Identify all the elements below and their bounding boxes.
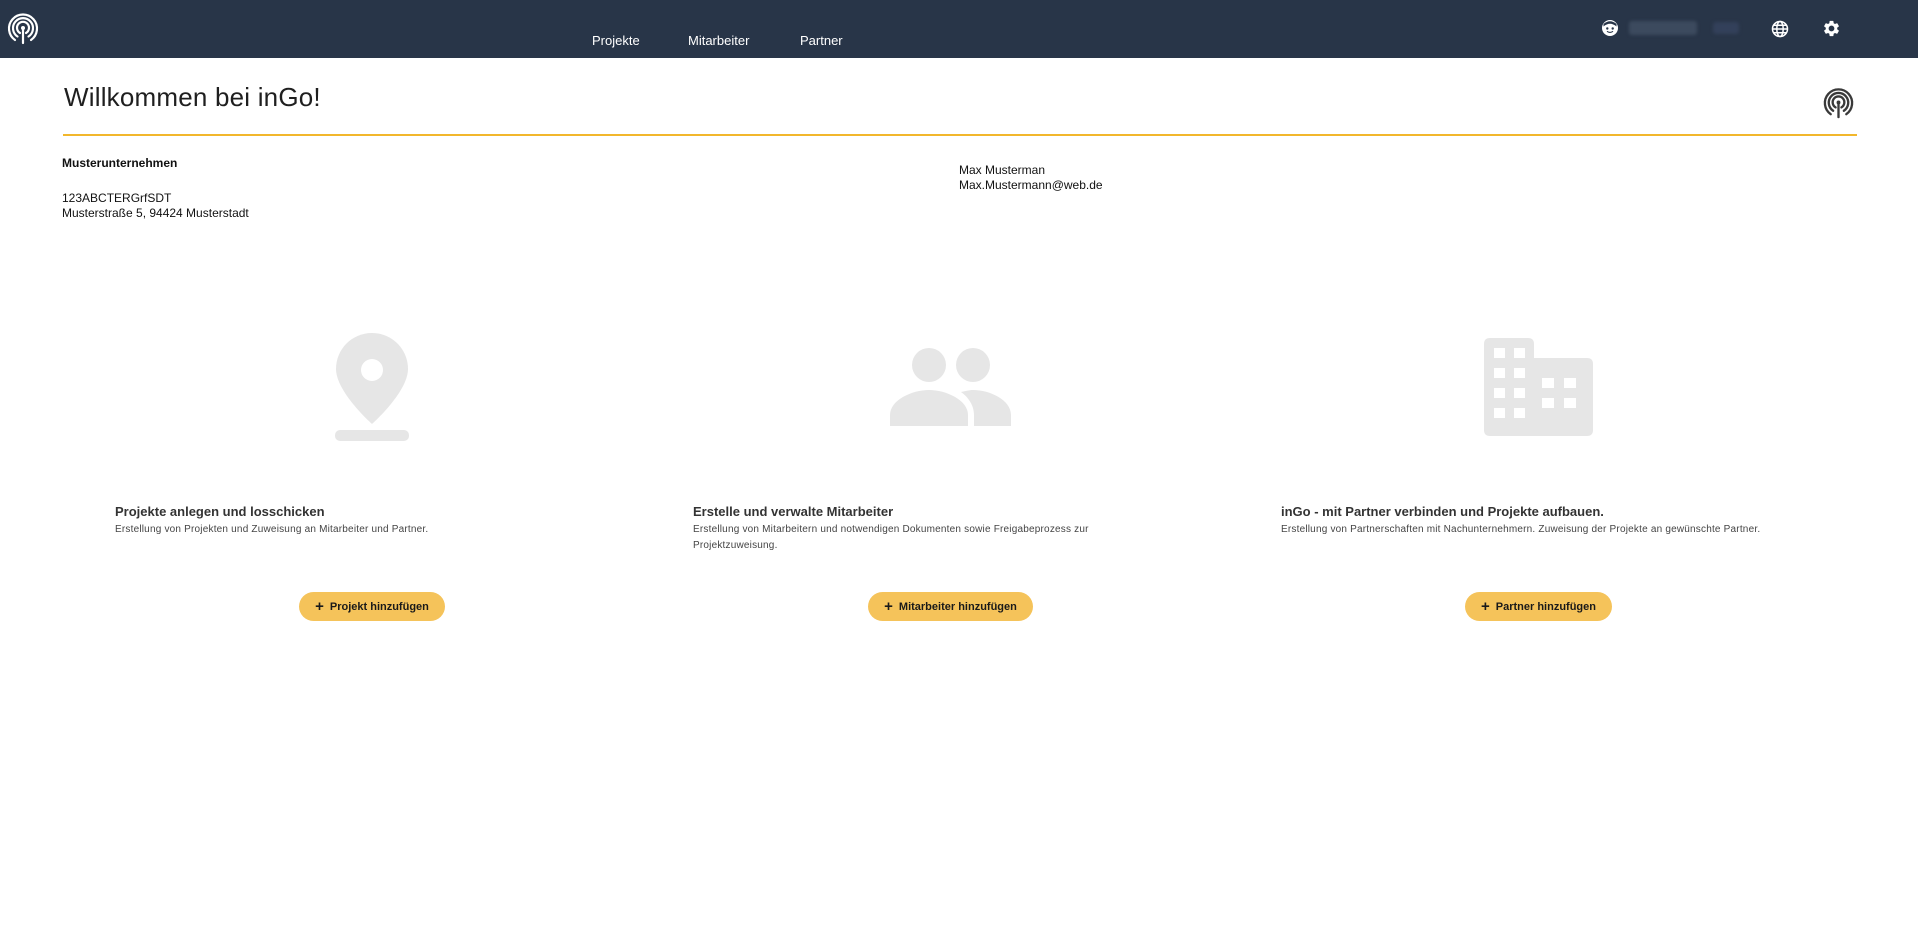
add-employee-button[interactable]: + Mitarbeiter hinzufügen — [868, 592, 1033, 621]
people-icon — [890, 348, 1011, 426]
globe-icon[interactable] — [1771, 20, 1789, 38]
redacted-username — [1629, 21, 1697, 35]
header-divider — [63, 134, 1857, 136]
nav-mitarbeiter[interactable]: Mitarbeiter — [688, 33, 749, 48]
nav-partner[interactable]: Partner — [800, 33, 843, 48]
plus-icon: + — [315, 598, 324, 615]
redacted-user-info — [1713, 22, 1739, 34]
add-partner-button[interactable]: + Partner hinzufügen — [1465, 592, 1612, 621]
add-partner-label: Partner hinzufügen — [1495, 600, 1596, 613]
card-mitarbeiter-description: Erstellung von Mitarbeitern und notwendi… — [693, 524, 1089, 551]
user-menu[interactable] — [1601, 19, 1739, 37]
location-pin-icon — [335, 333, 409, 441]
company-info: Musterunternehmen 123ABCTERGrfSDT Muster… — [62, 156, 249, 221]
contact-name: Max Musterman — [959, 163, 1046, 177]
user-face-icon — [1602, 20, 1618, 36]
building-icon — [1484, 338, 1593, 436]
card-projekte-title: Projekte anlegen und losschicken — [115, 504, 325, 519]
company-address: Musterstraße 5, 94424 Musterstadt — [62, 206, 249, 220]
contact-email: Max.Mustermann@web.de — [959, 178, 1103, 192]
add-employee-label: Mitarbeiter hinzufügen — [898, 600, 1017, 613]
top-navbar: Projekte Mitarbeiter Partner — [0, 0, 1918, 58]
gear-icon[interactable] — [1822, 19, 1841, 38]
card-projekte-description: Erstellung von Projekten und Zuweisung a… — [115, 524, 429, 535]
plus-icon: + — [1481, 598, 1490, 615]
nav-projekte[interactable]: Projekte — [592, 33, 640, 48]
plus-icon: + — [884, 598, 893, 615]
contact-info: Max Musterman Max.Mustermann@web.de — [959, 163, 1103, 193]
company-id: 123ABCTERGrfSDT — [62, 191, 172, 205]
card-mitarbeiter-title: Erstelle und verwalte Mitarbeiter — [693, 504, 894, 519]
card-partner-title: inGo - mit Partner verbinden und Projekt… — [1281, 504, 1604, 519]
ingo-logo-icon — [1823, 88, 1854, 119]
company-name: Musterunternehmen — [62, 156, 178, 170]
add-project-button[interactable]: + Projekt hinzufügen — [299, 592, 445, 621]
card-partner-description: Erstellung von Partnerschaften mit Nachu… — [1281, 524, 1761, 535]
page-title: Willkommen bei inGo! — [64, 82, 321, 112]
add-project-label: Projekt hinzufügen — [329, 600, 429, 613]
